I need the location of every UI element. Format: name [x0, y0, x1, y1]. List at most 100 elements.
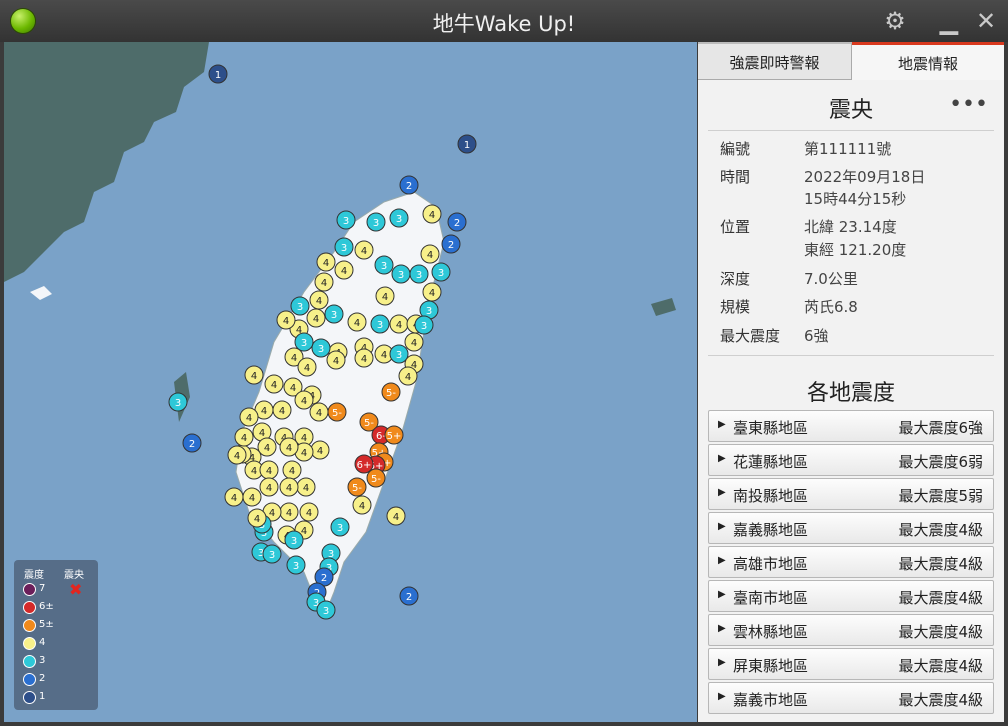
intensity-marker-label: 4 [241, 433, 247, 444]
legend-label: 3 [39, 655, 46, 666]
window-title: 地牛Wake Up! [432, 12, 576, 36]
intensity-marker-label: 4 [361, 246, 367, 257]
intensity-marker-label: 4 [266, 466, 272, 477]
intensity-marker-label: 3 [396, 350, 402, 361]
region-row[interactable]: ▶ 南投縣地區 最大震度5弱 [708, 478, 994, 510]
region-row[interactable]: ▶ 臺東縣地區 最大震度6強 [708, 410, 994, 442]
legend-label: 5± [39, 619, 54, 630]
expand-arrow-icon: ▶ [718, 453, 726, 464]
tab-early-warning[interactable]: 強震即時警報 [698, 42, 852, 80]
intensity-marker-label: 4 [361, 354, 367, 365]
intensity-marker-label: 4 [291, 353, 297, 364]
info-panel: 強震即時警報 地震情報 震央 ••• 編號 第111111號 時間 2022年0… [698, 42, 1004, 722]
intensity-marker-label: 3 [398, 270, 404, 281]
minimize-icon[interactable]: ▁ [935, 8, 963, 36]
intensity-marker-label: 4 [316, 296, 322, 307]
intensity-marker-label: 4 [251, 371, 257, 382]
region-name: 臺東縣地區 [733, 419, 809, 437]
legend-swatch [23, 601, 36, 614]
intensity-marker-label: 3 [416, 270, 422, 281]
intensity-marker-label: 3 [323, 606, 329, 617]
divider [708, 130, 994, 131]
intensity-marker-label: 4 [341, 266, 347, 277]
intensity-marker-label: 4 [289, 466, 295, 477]
intensity-marker-label: 4 [359, 501, 365, 512]
intensity-marker-label: 2 [321, 573, 327, 584]
intensity-marker-label: 3 [331, 310, 337, 321]
epicenter-x-icon: ✖ [69, 580, 83, 599]
tab-bar: 強震即時警報 地震情報 [698, 42, 1004, 80]
region-max-intensity: 最大震度4級 [898, 691, 983, 709]
intensity-marker-label: 4 [382, 292, 388, 303]
legend-swatch [23, 619, 36, 632]
region-row[interactable]: ▶ 花蓮縣地區 最大震度6弱 [708, 444, 994, 476]
intensity-marker-label: 4 [271, 380, 277, 391]
intensity-marker-label: 3 [426, 306, 432, 317]
intensity-marker-label: 3 [297, 302, 303, 313]
intensity-marker-label: 4 [301, 448, 307, 459]
region-name: 花蓮縣地區 [733, 453, 809, 471]
intensity-marker-label: 4 [254, 514, 260, 525]
region-row[interactable]: ▶ 雲林縣地區 最大震度4級 [708, 614, 994, 646]
region-name: 南投縣地區 [733, 487, 809, 505]
intensity-marker-label: 5- [364, 418, 374, 429]
region-row[interactable]: ▶ 屏東縣地區 最大震度4級 [708, 648, 994, 680]
intensity-marker-label: 4 [304, 363, 310, 374]
legend-swatch [23, 673, 36, 686]
region-row[interactable]: ▶ 臺南市地區 最大震度4級 [708, 580, 994, 612]
more-options-icon[interactable]: ••• [949, 92, 988, 117]
region-name: 臺南市地區 [733, 589, 809, 607]
divider [708, 355, 994, 356]
region-max-intensity: 最大震度4級 [898, 657, 983, 675]
intensity-marker-label: 3 [396, 214, 402, 225]
intensity-marker-label: 4 [301, 396, 307, 407]
intensity-marker-label: 4 [354, 318, 360, 329]
close-icon[interactable]: ✕ [972, 8, 1000, 36]
intensity-marker-label: 3 [341, 243, 347, 254]
intensity-marker-label: 2 [406, 181, 412, 192]
info-key: 編號 [720, 140, 751, 158]
intensity-marker-label: 4 [286, 508, 292, 519]
intensity-marker-label: 4 [231, 493, 237, 504]
intensity-marker-label: 3 [301, 338, 307, 349]
intensity-marker-label: 4 [393, 512, 399, 523]
intensity-marker-label: 3 [269, 550, 275, 561]
title-bar[interactable]: 地牛Wake Up! ⚙ ▁ ✕ [0, 0, 1008, 42]
region-max-intensity: 最大震度4級 [898, 555, 983, 573]
intensity-marker-label: 3 [337, 523, 343, 534]
intensity-marker-label: 3 [438, 268, 444, 279]
info-value: 6強 [804, 327, 829, 345]
intensity-marker-label: 4 [405, 372, 411, 383]
intensity-marker-label: 4 [316, 408, 322, 419]
intensity-marker-label: 4 [261, 406, 267, 417]
intensity-marker-label: 4 [251, 466, 257, 477]
region-name: 高雄市地區 [733, 555, 809, 573]
mainland-landmass [4, 42, 209, 282]
intensity-marker-label: 3 [343, 216, 349, 227]
region-row[interactable]: ▶ 嘉義縣地區 最大震度4級 [708, 512, 994, 544]
intensity-marker-label: 5- [386, 388, 396, 399]
region-name: 雲林縣地區 [733, 623, 809, 641]
region-row[interactable]: ▶ 高雄市地區 最大震度4級 [708, 546, 994, 578]
intensity-marker-label: 5- [371, 474, 381, 485]
info-key: 規模 [720, 298, 751, 316]
region-name: 嘉義縣地區 [733, 521, 809, 539]
info-value: 7.0公里 [804, 270, 858, 288]
intensity-marker-label: 1 [215, 70, 221, 81]
expand-arrow-icon: ▶ [718, 589, 726, 600]
intensity-marker-label: 4 [333, 356, 339, 367]
region-row[interactable]: ▶ 嘉義市地區 最大震度4級 [708, 682, 994, 714]
intensity-marker-label: 2 [448, 240, 454, 251]
tab-earthquake-info[interactable]: 地震情報 [852, 42, 1004, 80]
gear-icon[interactable]: ⚙ [881, 8, 909, 36]
map-canvas: 1122233344333343444434443443444344433444… [4, 42, 676, 620]
legend-label: 1 [39, 691, 46, 702]
expand-arrow-icon: ▶ [718, 419, 726, 430]
legend-intensity-label: 震度 [24, 570, 44, 581]
intensity-marker-label: 4 [249, 493, 255, 504]
region-max-intensity: 最大震度4級 [898, 521, 983, 539]
intensity-marker-label: 2 [189, 439, 195, 450]
intensity-marker-label: 4 [381, 350, 387, 361]
intensity-map[interactable]: 1122233344333343444434443443444344433444… [4, 42, 697, 722]
expand-arrow-icon: ▶ [718, 691, 726, 702]
